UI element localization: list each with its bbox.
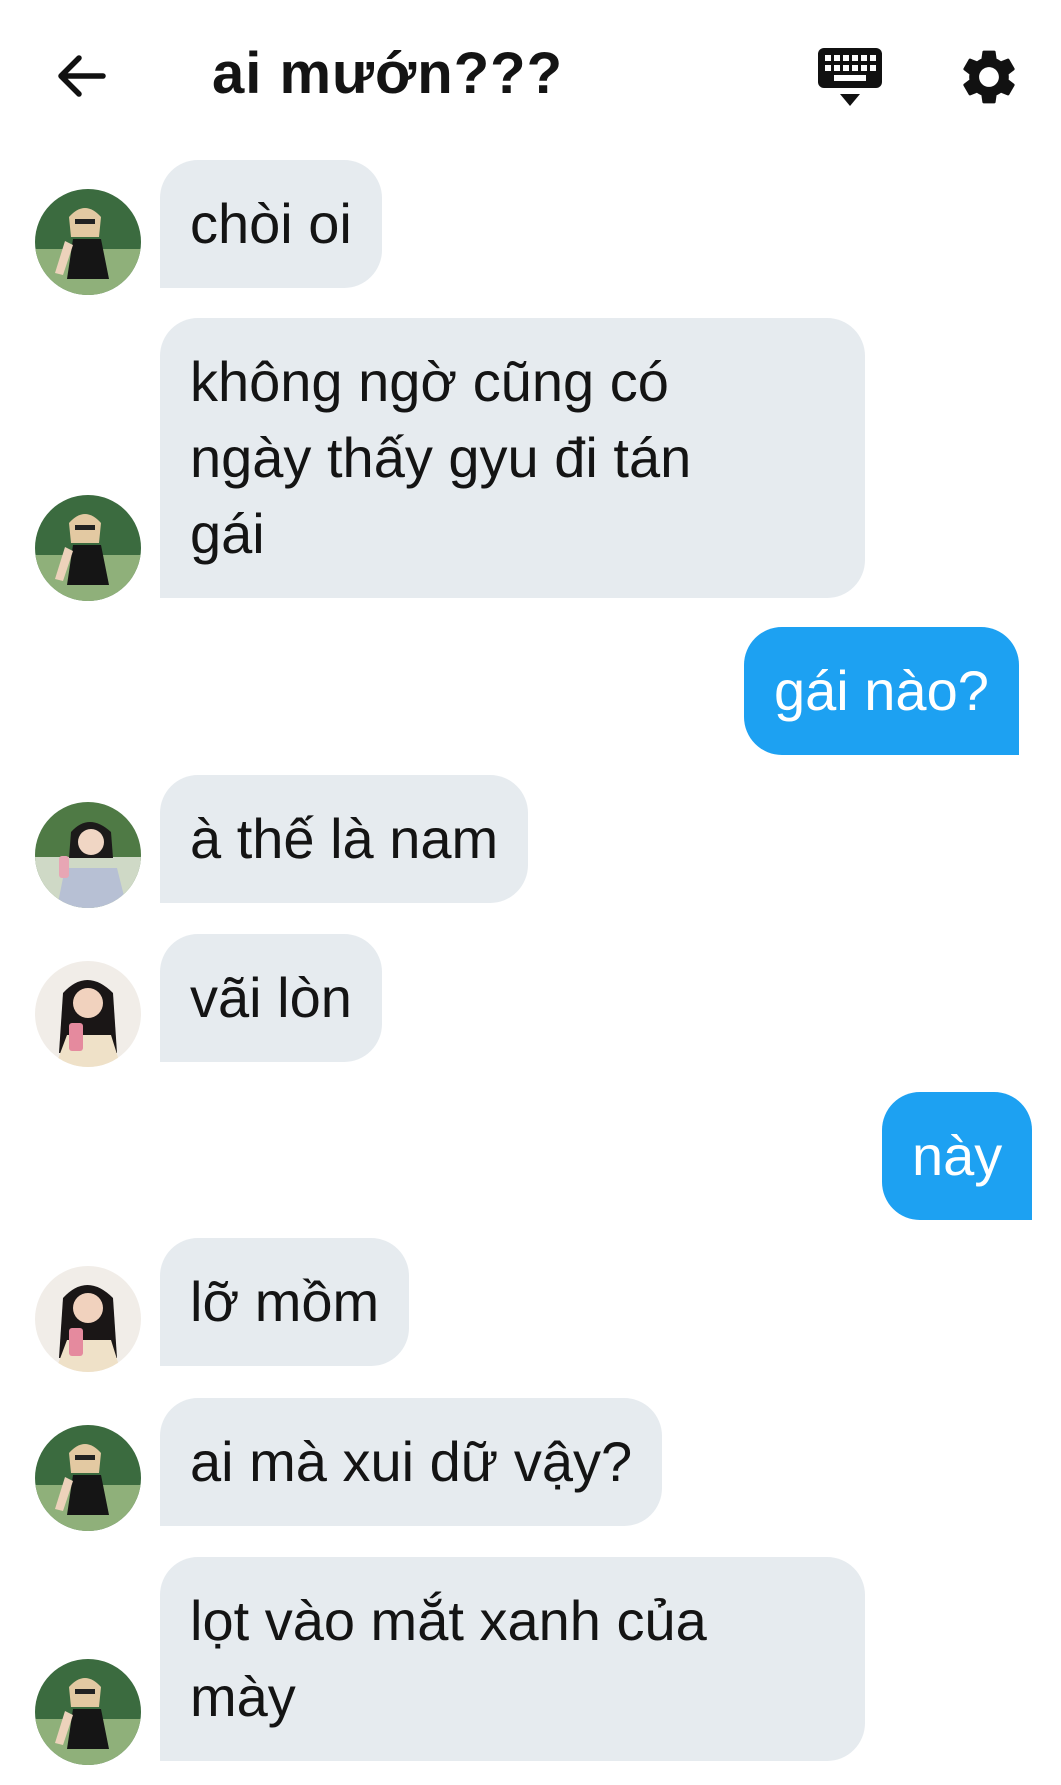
avatar-short-hair-drink-icon <box>35 802 141 908</box>
settings-button[interactable] <box>956 44 1022 110</box>
chat-title: ai mướn??? <box>212 41 564 106</box>
message-line: không ngờ cũng có <box>190 350 669 413</box>
message-bubble: chòi oi <box>160 160 382 288</box>
avatar[interactable] <box>35 1425 141 1531</box>
avatar-rose-black-top-icon <box>35 189 141 295</box>
message-line: ngày thấy gyu đi tán <box>190 426 692 489</box>
avatar[interactable] <box>35 189 141 295</box>
message-bubble: này <box>882 1092 1033 1220</box>
avatar[interactable] <box>35 495 141 601</box>
keyboard-icon <box>818 48 882 106</box>
avatar-rose-black-top-icon <box>35 1659 141 1765</box>
avatar[interactable] <box>35 961 141 1067</box>
keyboard-button[interactable] <box>814 44 886 110</box>
message-bubble: ai mà xui dữ vậy? <box>160 1398 663 1526</box>
avatar-jennie-pink-drink-icon <box>35 961 141 1067</box>
message-bubble: không ngờ cũng có ngày thấy gyu đi tán g… <box>160 318 865 598</box>
avatar-rose-black-top-icon <box>35 495 141 601</box>
message-line: lọt vào mắt xanh của <box>190 1589 707 1652</box>
message-line: gái <box>190 502 265 565</box>
gear-icon <box>963 50 1015 104</box>
arrow-left-icon <box>58 55 106 97</box>
avatar-jennie-pink-drink-icon <box>35 1266 141 1372</box>
avatar[interactable] <box>35 1659 141 1765</box>
avatar[interactable] <box>35 802 141 908</box>
avatar[interactable] <box>35 1266 141 1372</box>
message-bubble: à thế là nam <box>160 775 529 903</box>
message-line: mày <box>190 1665 296 1728</box>
message-bubble: lọt vào mắt xanh của mày <box>160 1557 865 1761</box>
chat-header: ai mướn??? <box>0 0 1061 150</box>
back-button[interactable] <box>52 46 112 106</box>
message-bubble: gái nào? <box>744 627 1019 755</box>
avatar-rose-black-top-icon <box>35 1425 141 1531</box>
message-bubble: lỡ mồm <box>160 1238 410 1366</box>
message-bubble: vãi lòn <box>160 934 382 1062</box>
